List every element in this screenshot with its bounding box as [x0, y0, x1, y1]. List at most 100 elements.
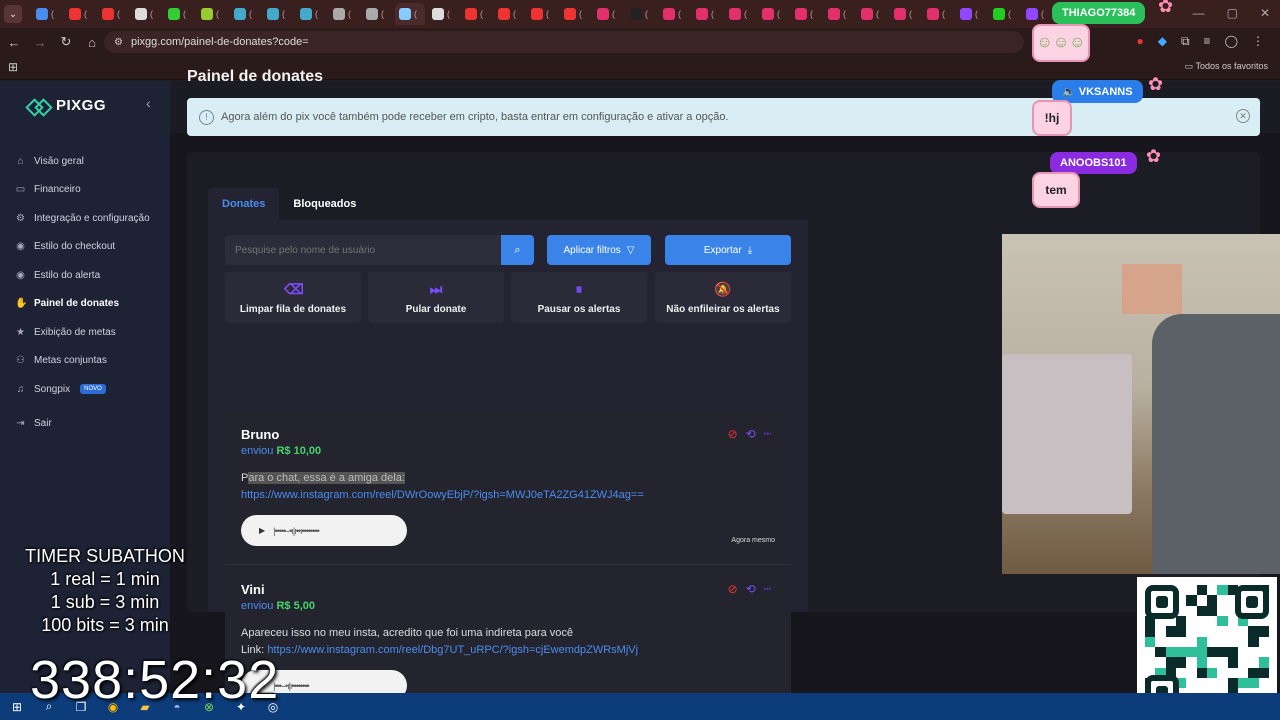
tab-favicon-icon	[399, 8, 411, 20]
block-icon[interactable]: ⊘	[728, 582, 738, 596]
forward-icon[interactable]: →	[28, 35, 52, 50]
browser-tab[interactable]: (	[857, 3, 887, 25]
donate-time: Agora mesmo	[731, 537, 775, 544]
replay-icon[interactable]: ⟲	[746, 427, 756, 441]
browser-tab[interactable]: (	[263, 3, 293, 25]
browser-tab[interactable]: (	[725, 3, 755, 25]
sidebar-item[interactable]: ♫ Songpix NOVO	[0, 375, 170, 404]
sidebar-item[interactable]: ▭ Financeiro	[0, 176, 170, 205]
qr-module	[1165, 657, 1176, 668]
browser-tab[interactable]: (	[791, 3, 821, 25]
subathon-countdown: 338:52:32	[30, 650, 280, 710]
apps-grid-icon[interactable]: ⊞	[8, 60, 18, 74]
action-button[interactable]: ⏸ Pausar os alertas	[511, 272, 647, 323]
timer-rule: 100 bits = 3 min	[41, 615, 169, 635]
tab-title-fragment: (	[447, 9, 450, 19]
action-button[interactable]: ⌫ Limpar fila de donates	[225, 272, 361, 323]
tab-favicon-icon	[795, 8, 807, 20]
url-field[interactable]: ⚙ pixgg.com/painel-de-donates?code=	[104, 31, 1024, 53]
browser-tab[interactable]: (	[428, 3, 458, 25]
qr-module	[1227, 626, 1238, 637]
collapse-sidebar-icon[interactable]: ‹	[146, 95, 151, 111]
browser-tab[interactable]: (	[890, 3, 920, 25]
extension-icon[interactable]: ◆	[1158, 34, 1167, 49]
reload-icon[interactable]: ↻	[54, 34, 78, 50]
browser-tab[interactable]: (	[230, 3, 260, 25]
tab-title-fragment: (	[84, 9, 87, 19]
sidebar-item[interactable]: ◉ Estilo do checkout	[0, 233, 170, 262]
action-button[interactable]: 🔕 Não enfileirar os alertas	[655, 272, 791, 323]
browser-tab[interactable]: (	[560, 3, 590, 25]
browser-tab[interactable]: (	[692, 3, 722, 25]
browser-tab[interactable]: (	[131, 3, 161, 25]
message-link[interactable]: https://www.instagram.com/reel/Dbg7UT_uR…	[267, 644, 638, 656]
home-icon: ⌂	[17, 155, 24, 167]
sidebar-item[interactable]: ⚇ Metas conjuntas	[0, 347, 170, 376]
browser-tab[interactable]: (	[758, 3, 788, 25]
qr-module	[1186, 657, 1197, 668]
back-icon[interactable]: ←	[2, 35, 26, 50]
browser-tab[interactable]: (	[461, 3, 491, 25]
browser-tab[interactable]: (	[395, 3, 425, 25]
sidebar-item[interactable]: ⇥ Sair	[0, 410, 170, 439]
all-bookmarks-link[interactable]: ▭ Todos os favoritos	[1185, 61, 1268, 72]
replay-icon[interactable]: ⟲	[746, 582, 756, 596]
audio-player[interactable]: ▶ |•••••--•ı|ı••ı••••••••	[241, 515, 407, 546]
search-button[interactable]: ⌕	[501, 235, 534, 265]
home-icon[interactable]: ⌂	[80, 35, 104, 50]
close-banner-icon[interactable]: ✕	[1236, 109, 1250, 123]
sidebar-item[interactable]: ⌂ Visão geral	[0, 147, 170, 176]
browser-tab[interactable]: (	[626, 3, 656, 25]
qr-module	[1186, 585, 1197, 596]
menu-icon[interactable]: ⋮	[1252, 34, 1264, 49]
browser-tab[interactable]: (	[494, 3, 524, 25]
tab-search-icon[interactable]: ⌄	[4, 5, 22, 23]
maximize-icon[interactable]: ▢	[1227, 6, 1238, 20]
browser-tab[interactable]: (	[164, 3, 194, 25]
qr-module	[1248, 636, 1259, 647]
play-icon[interactable]: ▶	[259, 526, 265, 535]
sidebar-item[interactable]: ✋ Painel de donates	[0, 290, 170, 319]
skip-icon[interactable]: ⏭	[764, 582, 771, 596]
tab-donates[interactable]: Donates	[208, 188, 280, 220]
block-icon[interactable]: ⊘	[728, 427, 738, 441]
site-info-icon[interactable]: ⚙	[114, 37, 123, 48]
qr-module	[1258, 657, 1269, 668]
close-window-icon[interactable]: ✕	[1260, 6, 1270, 20]
browser-tab[interactable]: (	[98, 3, 128, 25]
browser-tab[interactable]: (	[956, 3, 986, 25]
browser-tab[interactable]: (	[362, 3, 392, 25]
sidebar-item[interactable]: ★ Exibição de metas	[0, 318, 170, 347]
browser-tab[interactable]: (	[659, 3, 689, 25]
browser-tab[interactable]: (	[32, 3, 62, 25]
browser-tab[interactable]: (	[989, 3, 1019, 25]
apply-filters-button[interactable]: Aplicar filtros ▽	[547, 235, 651, 265]
browser-tab[interactable]: (	[824, 3, 854, 25]
browser-tab[interactable]: (	[197, 3, 227, 25]
profile-icon[interactable]: ◯	[1225, 34, 1238, 49]
sidebar-item[interactable]: ◉ Estilo do alerta	[0, 261, 170, 290]
sidebar-item[interactable]: ⚙ Integração e configuração	[0, 204, 170, 233]
message-selected: ara o chat, essa é a amiga dela:	[248, 472, 405, 484]
skip-icon[interactable]: ⏭	[764, 427, 771, 441]
browser-tab[interactable]: (	[593, 3, 623, 25]
tab-title-fragment: (	[777, 9, 780, 19]
extensions-puzzle-icon[interactable]: ⧉	[1181, 34, 1190, 49]
windows-start-icon[interactable]: ⊞	[8, 698, 26, 716]
browser-tab[interactable]: (	[329, 3, 359, 25]
media-icon[interactable]: ≡	[1204, 34, 1211, 49]
tab-favicon-icon	[1026, 8, 1038, 20]
browser-tab[interactable]: (	[923, 3, 953, 25]
extension-icon[interactable]: ●	[1136, 34, 1143, 49]
browser-tab[interactable]: (	[65, 3, 95, 25]
browser-tab[interactable]: (	[1022, 3, 1052, 25]
action-button[interactable]: ⏭ Pular donate	[368, 272, 504, 323]
browser-tab[interactable]: (	[296, 3, 326, 25]
minimize-icon[interactable]: —	[1193, 6, 1205, 20]
brand-logo[interactable]: PIXGG	[28, 97, 106, 114]
browser-tab[interactable]: (	[527, 3, 557, 25]
tab-bloqueados[interactable]: Bloqueados	[279, 188, 370, 220]
export-button[interactable]: Exportar ⤓	[665, 235, 791, 265]
search-input[interactable]	[225, 235, 501, 265]
message-link[interactable]: https://www.instagram.com/reel/DWrOowyEb…	[241, 489, 644, 501]
